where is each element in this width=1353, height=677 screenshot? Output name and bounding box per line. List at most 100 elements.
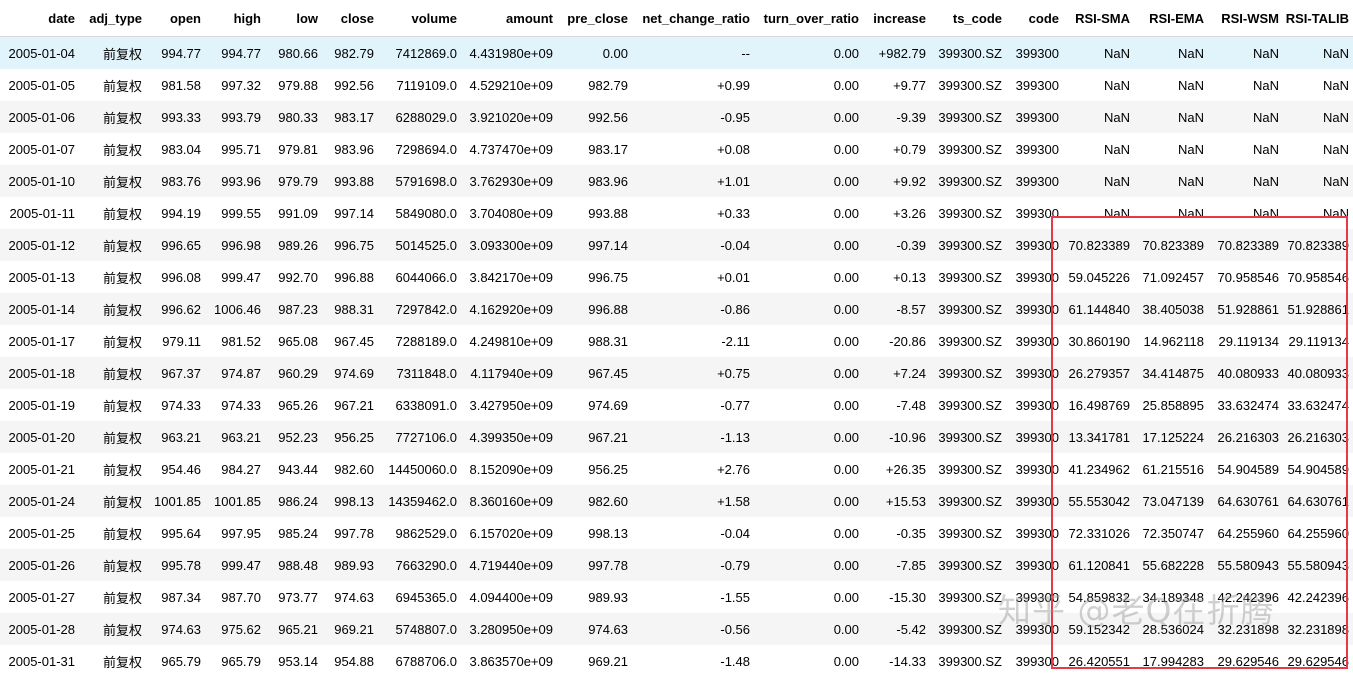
cell-volume: 6338091.0: [378, 389, 461, 421]
cell-net-change-ratio: -1.55: [632, 581, 754, 613]
table-row: 2005-01-17前复权979.11981.52965.08967.45728…: [0, 325, 1353, 357]
cell-amount: 3.921020e+09: [461, 101, 557, 133]
cell-rsi-wsm: 26.216303: [1208, 421, 1283, 453]
cell-rsi-talib: NaN: [1283, 37, 1353, 70]
column-header-ts-code: ts_code: [930, 0, 1006, 37]
cell-adj-type: 前复权: [79, 197, 146, 229]
cell-adj-type: 前复权: [79, 389, 146, 421]
cell-increase: +982.79: [863, 37, 930, 70]
cell-high: 1006.46: [205, 293, 265, 325]
cell-rsi-ema: 14.962118: [1134, 325, 1208, 357]
cell-pre-close: 983.17: [557, 133, 632, 165]
cell-high: 965.79: [205, 645, 265, 677]
cell-turn-over-ratio: 0.00: [754, 485, 863, 517]
cell-net-change-ratio: -1.48: [632, 645, 754, 677]
cell-rsi-sma: NaN: [1063, 197, 1134, 229]
cell-code: 399300: [1006, 517, 1063, 549]
dataframe-table: dateadj_typeopenhighlowclosevolumeamount…: [0, 0, 1353, 677]
cell-net-change-ratio: -0.77: [632, 389, 754, 421]
cell-volume: 7297842.0: [378, 293, 461, 325]
cell-rsi-wsm: NaN: [1208, 197, 1283, 229]
cell-adj-type: 前复权: [79, 581, 146, 613]
cell-increase: +15.53: [863, 485, 930, 517]
cell-turn-over-ratio: 0.00: [754, 197, 863, 229]
table-row: 2005-01-04前复权994.77994.77980.66982.79741…: [0, 37, 1353, 70]
cell-amount: 8.152090e+09: [461, 453, 557, 485]
table-row: 2005-01-06前复权993.33993.79980.33983.17628…: [0, 101, 1353, 133]
cell-rsi-sma: NaN: [1063, 133, 1134, 165]
cell-rsi-talib: 42.242396: [1283, 581, 1353, 613]
cell-adj-type: 前复权: [79, 229, 146, 261]
cell-net-change-ratio: +1.01: [632, 165, 754, 197]
cell-date: 2005-01-05: [0, 69, 79, 101]
cell-date: 2005-01-12: [0, 229, 79, 261]
table-row: 2005-01-07前复权983.04995.71979.81983.96729…: [0, 133, 1353, 165]
cell-low: 986.24: [265, 485, 322, 517]
cell-volume: 7288189.0: [378, 325, 461, 357]
table-row: 2005-01-21前复权954.46984.27943.44982.60144…: [0, 453, 1353, 485]
cell-date: 2005-01-27: [0, 581, 79, 613]
table-row: 2005-01-05前复权981.58997.32979.88992.56711…: [0, 69, 1353, 101]
cell-rsi-talib: NaN: [1283, 197, 1353, 229]
cell-low: 960.29: [265, 357, 322, 389]
table-row: 2005-01-31前复权965.79965.79953.14954.88678…: [0, 645, 1353, 677]
cell-amount: 6.157020e+09: [461, 517, 557, 549]
cell-adj-type: 前复权: [79, 101, 146, 133]
cell-close: 967.45: [322, 325, 378, 357]
cell-rsi-sma: 26.279357: [1063, 357, 1134, 389]
cell-close: 996.88: [322, 261, 378, 293]
cell-code: 399300: [1006, 485, 1063, 517]
cell-low: 979.81: [265, 133, 322, 165]
cell-rsi-wsm: 55.580943: [1208, 549, 1283, 581]
cell-high: 975.62: [205, 613, 265, 645]
cell-pre-close: 988.31: [557, 325, 632, 357]
cell-code: 399300: [1006, 581, 1063, 613]
cell-pre-close: 989.93: [557, 581, 632, 613]
cell-adj-type: 前复权: [79, 293, 146, 325]
cell-date: 2005-01-24: [0, 485, 79, 517]
cell-rsi-sma: 61.120841: [1063, 549, 1134, 581]
cell-close: 983.17: [322, 101, 378, 133]
column-header-low: low: [265, 0, 322, 37]
cell-rsi-talib: 29.119134: [1283, 325, 1353, 357]
cell-date: 2005-01-13: [0, 261, 79, 293]
column-header-high: high: [205, 0, 265, 37]
cell-pre-close: 983.96: [557, 165, 632, 197]
cell-date: 2005-01-04: [0, 37, 79, 70]
cell-code: 399300: [1006, 645, 1063, 677]
cell-increase: -20.86: [863, 325, 930, 357]
column-header-turn-over-ratio: turn_over_ratio: [754, 0, 863, 37]
cell-code: 399300: [1006, 325, 1063, 357]
cell-rsi-wsm: 64.630761: [1208, 485, 1283, 517]
cell-date: 2005-01-11: [0, 197, 79, 229]
cell-ts-code: 399300.SZ: [930, 69, 1006, 101]
cell-ts-code: 399300.SZ: [930, 485, 1006, 517]
cell-rsi-wsm: 70.958546: [1208, 261, 1283, 293]
cell-close: 974.69: [322, 357, 378, 389]
cell-rsi-wsm: 70.823389: [1208, 229, 1283, 261]
cell-close: 996.75: [322, 229, 378, 261]
cell-net-change-ratio: +0.75: [632, 357, 754, 389]
cell-rsi-sma: 61.144840: [1063, 293, 1134, 325]
cell-rsi-ema: NaN: [1134, 69, 1208, 101]
cell-rsi-ema: 25.858895: [1134, 389, 1208, 421]
cell-low: 973.77: [265, 581, 322, 613]
cell-turn-over-ratio: 0.00: [754, 165, 863, 197]
cell-increase: +26.35: [863, 453, 930, 485]
cell-adj-type: 前复权: [79, 165, 146, 197]
cell-turn-over-ratio: 0.00: [754, 325, 863, 357]
cell-date: 2005-01-18: [0, 357, 79, 389]
column-header-close: close: [322, 0, 378, 37]
cell-high: 996.98: [205, 229, 265, 261]
cell-net-change-ratio: +1.58: [632, 485, 754, 517]
cell-high: 999.47: [205, 549, 265, 581]
cell-rsi-ema: 28.536024: [1134, 613, 1208, 645]
cell-net-change-ratio: -1.13: [632, 421, 754, 453]
cell-rsi-ema: 55.682228: [1134, 549, 1208, 581]
cell-rsi-wsm: NaN: [1208, 101, 1283, 133]
cell-rsi-ema: 61.215516: [1134, 453, 1208, 485]
cell-open: 967.37: [146, 357, 205, 389]
cell-amount: 4.719440e+09: [461, 549, 557, 581]
cell-amount: 4.399350e+09: [461, 421, 557, 453]
cell-date: 2005-01-19: [0, 389, 79, 421]
